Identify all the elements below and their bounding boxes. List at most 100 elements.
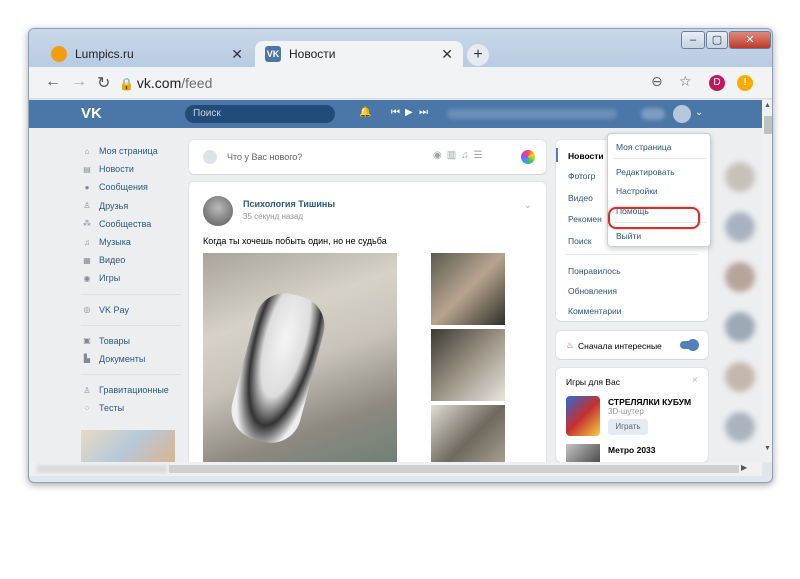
nav-label: Новости	[99, 164, 134, 175]
player-prev-icon[interactable]: ⏮	[391, 107, 400, 118]
dropdown-settings[interactable]: Настройки	[616, 186, 658, 196]
profile-avatar[interactable]: D	[709, 75, 725, 91]
bell-icon[interactable]: 🔔	[359, 107, 371, 118]
nav-item-documents[interactable]: ▙ Документы	[81, 350, 181, 368]
fire-icon: ♨	[566, 340, 575, 350]
chevron-down-icon[interactable]: ⌄	[524, 200, 532, 211]
reload-icon[interactable]: ↻	[97, 73, 110, 93]
left-ad-image[interactable]	[81, 430, 175, 462]
blurred-avatar	[725, 162, 755, 192]
nav-item-gravity[interactable]: ♙ Гравитационные	[81, 381, 181, 399]
game-cover[interactable]	[566, 444, 600, 462]
vk-search-input[interactable]: Поиск	[185, 105, 335, 123]
games-card: Игры для Вас × СТРЕЛЯЛКИ КУБУМ 3D-шутер …	[556, 368, 708, 462]
tab-news[interactable]: VK Новости ✕	[255, 41, 463, 67]
nav-item-vkpay[interactable]: ◎ VK Pay	[81, 301, 181, 319]
game-name[interactable]: СТРЕЛЯЛКИ КУБУМ	[608, 397, 691, 407]
nav-item-music[interactable]: ♫ Музыка	[81, 233, 181, 251]
chevron-down-icon[interactable]: ⌄	[695, 107, 703, 118]
nav-label: Документы	[99, 353, 146, 364]
nav-label: Тесты	[99, 403, 125, 414]
interesting-first-toggle[interactable]	[680, 339, 699, 351]
dropdown-my-page[interactable]: Моя страница	[616, 142, 672, 152]
post-photo-side[interactable]	[431, 329, 505, 401]
dropdown-edit[interactable]: Редактировать	[616, 167, 675, 177]
color-wheel-icon[interactable]	[521, 150, 535, 164]
blurred-avatar	[725, 312, 755, 342]
nav-item-market[interactable]: ▣ Товары	[81, 332, 181, 350]
bookmark-star-icon[interactable]: ☆	[679, 73, 692, 90]
nav-item-groups[interactable]: ⁂ Сообщества	[81, 215, 181, 233]
player-play-icon[interactable]: ▶	[405, 107, 413, 118]
nav-item-games[interactable]: ◉ Игры	[81, 269, 181, 287]
tab-close-icon[interactable]: ✕	[441, 46, 453, 63]
zoom-icon[interactable]: ⊖	[651, 73, 663, 90]
tab-lumpics[interactable]: Lumpics.ru ✕	[41, 41, 253, 67]
author-avatar[interactable]	[203, 196, 233, 226]
person-icon: ♙	[83, 385, 91, 395]
scroll-thumb[interactable]	[169, 465, 739, 473]
post-photo-side[interactable]	[431, 405, 505, 462]
minimize-button[interactable]: –	[681, 31, 705, 49]
filter-liked[interactable]: Понравилось	[568, 266, 621, 276]
game-name[interactable]: Метро 2033	[608, 445, 656, 455]
lock-icon: 🔒	[119, 77, 134, 91]
music-icon: ♫	[84, 237, 90, 247]
dropdown-logout[interactable]: Выйти	[616, 231, 641, 241]
filter-comments[interactable]: Комментарии	[568, 306, 622, 316]
filter-video[interactable]: Видео	[568, 193, 593, 203]
game-cover[interactable]	[566, 396, 600, 436]
new-tab-button[interactable]: +	[467, 44, 489, 66]
tab-close-icon[interactable]: ✕	[231, 46, 243, 63]
vk-logo[interactable]: VK	[81, 105, 102, 122]
horizontal-scrollbar[interactable]: ▶	[29, 462, 762, 476]
address-bar[interactable]: 🔒 vk.com/feed	[119, 72, 679, 94]
nav-item-tests[interactable]: ⁘ Тесты	[81, 399, 181, 417]
vertical-scrollbar[interactable]: ▲ ▼	[762, 100, 772, 462]
post-time[interactable]: 35 секунд назад	[243, 212, 303, 221]
blurred-avatar	[725, 262, 755, 292]
news-post: Психология Тишины 35 секунд назад ⌄ Когд…	[189, 182, 546, 462]
nav-item-messages[interactable]: ● Сообщения	[81, 178, 181, 196]
messages-icon: ●	[84, 182, 90, 192]
filter-photos[interactable]: Фотогр	[568, 171, 595, 181]
filter-recommendations[interactable]: Рекомен	[568, 214, 602, 224]
blurred-friends-column	[717, 142, 762, 462]
back-icon[interactable]: ←	[45, 73, 61, 91]
page-viewport: VK Поиск 🔔 ⏮ ▶ ⏭ ⌄ ⌂ Моя страница ▤ Новост…	[29, 100, 762, 462]
scroll-up-icon[interactable]: ▲	[764, 102, 771, 109]
nav-item-my-page[interactable]: ⌂ Моя страница	[81, 142, 181, 160]
selected-indicator	[556, 148, 558, 162]
maximize-button[interactable]: ▢	[706, 31, 728, 49]
blurred-status-bar	[37, 465, 167, 473]
browser-window: Lumpics.ru ✕ VK Новости ✕ + – ▢ ✕ ← → ↻ …	[28, 28, 773, 483]
home-icon: ⌂	[84, 146, 90, 156]
nav-label: Видео	[99, 255, 126, 266]
close-window-button[interactable]: ✕	[729, 31, 771, 49]
nav-label: Сообщества	[99, 218, 152, 229]
post-photo-side[interactable]	[431, 253, 505, 325]
post-composer[interactable]: Что у Вас нового? ◉▥♫☰	[189, 140, 546, 174]
attachment-icons[interactable]: ◉▥♫☰	[433, 150, 488, 161]
vk-header: VK Поиск 🔔 ⏮ ▶ ⏭ ⌄	[29, 100, 762, 128]
scroll-down-icon[interactable]: ▼	[764, 445, 771, 452]
post-photo-main[interactable]	[203, 253, 397, 462]
nav-item-news[interactable]: ▤ Новости	[81, 160, 181, 178]
friends-icon: ♙	[83, 201, 91, 211]
nav-item-video[interactable]: ▦ Видео	[81, 251, 181, 269]
scroll-right-icon[interactable]: ▶	[741, 463, 747, 472]
close-icon[interactable]: ×	[692, 375, 698, 386]
scroll-thumb[interactable]	[764, 116, 772, 134]
nav-item-friends[interactable]: ♙ Друзья	[81, 197, 181, 215]
play-button[interactable]: Играть	[608, 419, 648, 435]
forward-icon[interactable]: →	[71, 73, 87, 91]
url-host: vk.com	[136, 75, 182, 91]
vk-avatar[interactable]	[673, 105, 691, 123]
filter-news[interactable]: Новости	[568, 151, 604, 161]
blurred-track-title	[447, 109, 617, 119]
filter-search[interactable]: Поиск	[568, 236, 592, 246]
player-next-icon[interactable]: ⏭	[419, 107, 428, 118]
post-author[interactable]: Психология Тишины	[243, 199, 335, 209]
warning-icon[interactable]: !	[737, 75, 753, 91]
filter-updates[interactable]: Обновления	[568, 286, 617, 296]
